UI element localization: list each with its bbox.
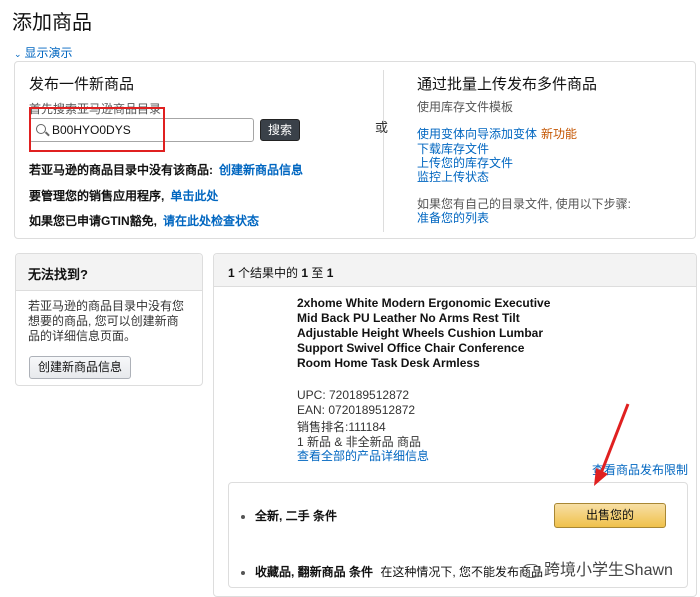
create-listing-text: 若亚马逊的商品目录中没有该商品: bbox=[29, 163, 213, 177]
new-feature-badge: 新功能 bbox=[541, 127, 578, 141]
show-demo-label: 显示演示 bbox=[24, 46, 73, 60]
results-total: 1 bbox=[228, 266, 235, 280]
results-header: 1 个结果中的 1 至 1 bbox=[214, 254, 696, 287]
show-demo-link[interactable]: ⌄ 显示演示 bbox=[14, 44, 73, 61]
create-listing-row: 若亚马逊的商品目录中没有该商品: 创建新商品信息 bbox=[29, 161, 303, 178]
product-ean: EAN: 0720189512872 bbox=[297, 403, 416, 417]
manage-apps-row: 要管理您的销售应用程序, 单击此处 bbox=[29, 187, 218, 204]
results-mid: 至 bbox=[311, 266, 324, 280]
prepare-listing-link[interactable]: 准备您的列表 bbox=[417, 209, 489, 226]
gtin-text: 如果您已申请GTIN豁免, bbox=[29, 214, 157, 228]
not-found-panel: 无法找到? 若亚马逊的商品目录中没有您想要的商品, 您可以创建新商品的详细信息页… bbox=[15, 253, 203, 386]
condition-label: 全新, 二手 条件 bbox=[255, 509, 338, 523]
monitor-upload-link[interactable]: 监控上传状态 bbox=[417, 168, 489, 185]
red-arrow-annotation bbox=[594, 403, 630, 486]
bullet-icon bbox=[241, 514, 245, 519]
not-found-body: 若亚马逊的商品目录中没有您想要的商品, 您可以创建新商品的详细信息页面。 bbox=[28, 299, 185, 343]
sell-yours-button[interactable]: 出售您的 bbox=[554, 503, 666, 528]
highlight-box bbox=[29, 107, 165, 152]
wechat-icon bbox=[522, 563, 540, 578]
condition-collectible: 收藏品, 翻新商品 条件 在这种情况下, 您不能发布商品 bbox=[241, 563, 543, 580]
product-details-link[interactable]: 查看全部的产品详细信息 bbox=[297, 447, 429, 464]
bulk-upload-subtitle: 使用库存文件模板 bbox=[417, 100, 514, 114]
condition-new-used: 全新, 二手 条件 bbox=[241, 507, 337, 524]
not-found-title: 无法找到? bbox=[16, 254, 202, 291]
create-listing-link[interactable]: 创建新商品信息 bbox=[219, 163, 303, 177]
bulk-upload-title: 通过批量上传发布多件商品 bbox=[417, 76, 598, 93]
create-listing-button[interactable]: 创建新商品信息 bbox=[29, 356, 131, 379]
watermark-text: 跨境小学生Shawn bbox=[544, 562, 673, 579]
chevron-down-icon: ⌄ bbox=[14, 49, 22, 59]
results-prefix: 个结果中的 bbox=[238, 266, 299, 280]
product-upc: UPC: 720189512872 bbox=[297, 388, 410, 402]
single-product-title: 发布一件新商品 bbox=[29, 76, 135, 93]
click-here-link[interactable]: 单击此处 bbox=[170, 189, 218, 203]
results-to: 1 bbox=[326, 266, 334, 280]
divider bbox=[383, 70, 384, 232]
condition-note: 在这种情况下, 您不能发布商品 bbox=[380, 565, 544, 579]
results-from: 1 bbox=[301, 266, 309, 280]
check-status-link[interactable]: 请在此处检查状态 bbox=[163, 214, 259, 228]
page-title: 添加商品 bbox=[12, 12, 92, 34]
add-product-panel: 发布一件新商品 首先搜索亚马逊商品目录 搜索 若亚马逊的商品目录中没有该商品:创… bbox=[14, 61, 696, 239]
or-label: 或 bbox=[375, 120, 389, 135]
watermark: 跨境小学生Shawn bbox=[522, 556, 673, 580]
condition-label: 收藏品, 翻新商品 条件 bbox=[255, 565, 374, 579]
product-title: 2xhome White Modern Ergonomic Executive … bbox=[297, 296, 551, 370]
search-button[interactable]: 搜索 bbox=[260, 119, 300, 141]
gtin-row: 如果您已申请GTIN豁免, 请在此处检查状态 bbox=[29, 212, 259, 229]
bullet-icon bbox=[241, 570, 245, 575]
manage-apps-text: 要管理您的销售应用程序, bbox=[29, 189, 165, 203]
variation-wizard-link[interactable]: 使用变体向导添加变体 bbox=[417, 127, 537, 141]
